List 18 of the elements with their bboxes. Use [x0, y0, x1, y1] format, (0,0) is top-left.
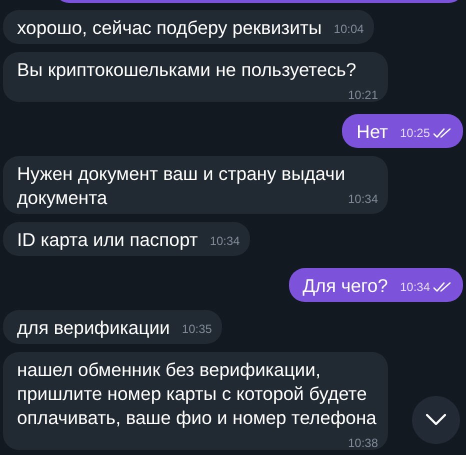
chevron-down-icon — [425, 413, 447, 427]
message-text: ID карта или паспорт — [17, 229, 198, 250]
message-time: 10:21 — [348, 88, 378, 102]
message-text: Нет — [356, 121, 388, 142]
message-text: Нужен документ ваш и страну выдачи документа — [17, 163, 346, 208]
message-text: нашел обменник без верификации, пришлите номер карты с которой будете оплачивать, ваше фио и номер телефона — [17, 359, 376, 428]
message-text: Для чего? — [302, 275, 388, 296]
message-time: 10:38 — [348, 436, 378, 450]
message-time: 10:25 — [400, 126, 430, 140]
message-time: 10:34 — [400, 280, 430, 294]
message-time: 10:34 — [348, 192, 378, 206]
message-time: 10:34 — [210, 234, 240, 248]
message-time: 10:35 — [182, 322, 212, 336]
scroll-down-button[interactable] — [412, 396, 460, 444]
message-text: Вы криптокошельками не пользуетесь? — [17, 59, 356, 80]
message-time: 10:04 — [334, 22, 364, 36]
message-text: хорошо, сейчас подберу реквизиты — [17, 17, 322, 38]
message-text: для верификации — [17, 317, 170, 338]
